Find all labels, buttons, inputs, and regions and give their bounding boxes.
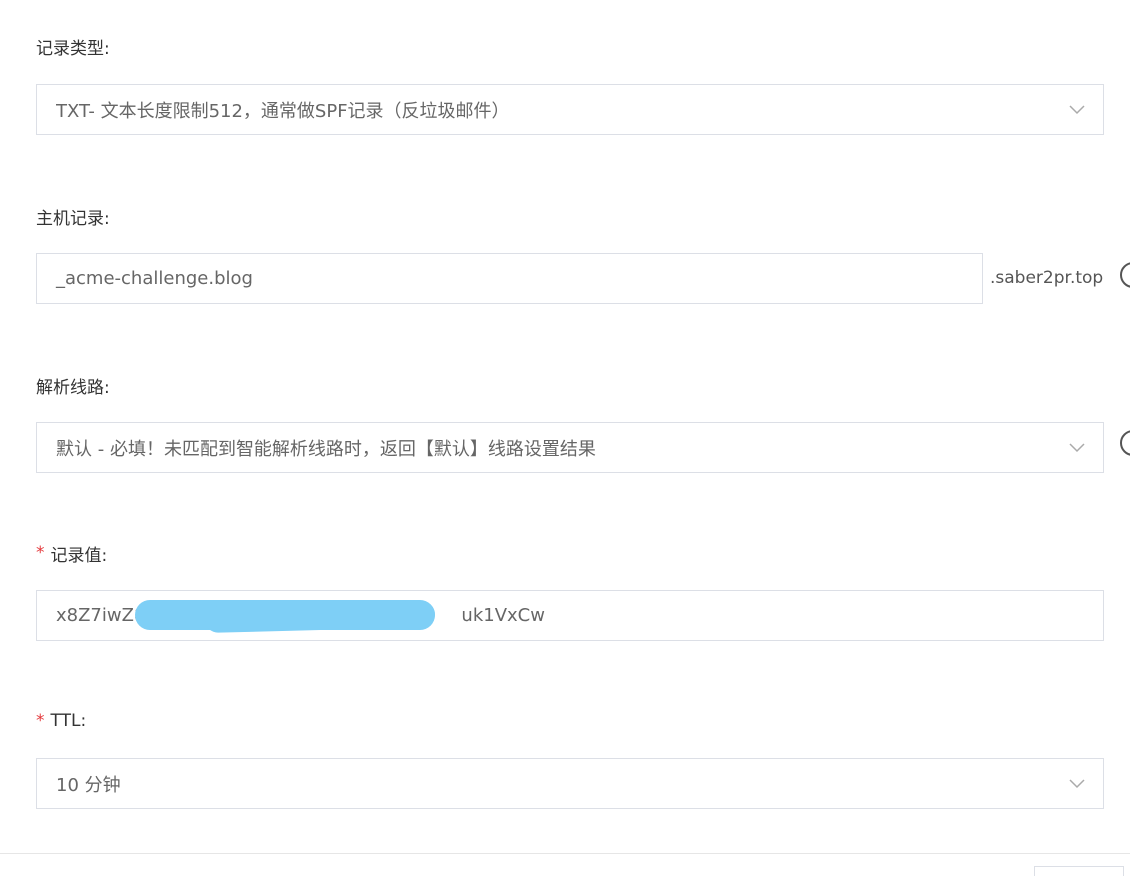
ttl-select[interactable]: 10 分钟 [36,758,1104,809]
required-mark: * [36,543,45,563]
ttl-label: * TTL: [36,711,87,731]
record-value-end: uk1VxCw [461,605,545,626]
record-value-start: x8Z7iwZ8 [56,605,146,626]
record-value-label: * 记录值: [36,543,108,566]
required-mark: * [36,711,45,731]
help-circle-icon[interactable] [1120,430,1130,456]
chevron-down-icon[interactable] [1051,423,1103,472]
footer-button[interactable] [1034,866,1124,876]
footer-divider [0,853,1130,854]
host-record-label: 主机记录: [36,208,110,229]
host-record-value: _acme-challenge.blog [56,268,253,289]
record-type-select[interactable]: TXT- 文本长度限制512，通常做SPF记录（反垃圾邮件） [36,84,1104,135]
resolution-line-value: 默认 - 必填！未匹配到智能解析线路时，返回【默认】线路设置结果 [56,438,596,460]
chevron-down-icon[interactable] [1051,759,1103,808]
record-type-value: TXT- 文本长度限制512，通常做SPF记录（反垃圾邮件） [56,100,510,122]
record-type-label: 记录类型: [36,38,110,59]
chevron-down-icon[interactable] [1051,85,1103,134]
domain-suffix: .saber2pr.top [990,268,1104,288]
help-circle-icon[interactable] [1120,262,1130,288]
resolution-line-label: 解析线路: [36,377,110,398]
host-record-input[interactable]: _acme-challenge.blog [36,253,983,304]
resolution-line-select[interactable]: 默认 - 必填！未匹配到智能解析线路时，返回【默认】线路设置结果 [36,422,1104,473]
ttl-value: 10 分钟 [56,774,121,796]
